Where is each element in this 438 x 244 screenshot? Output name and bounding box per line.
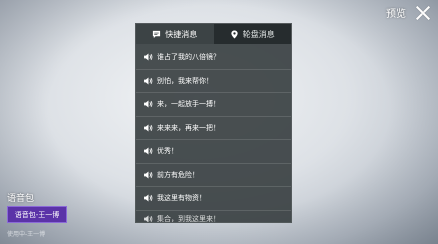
list-item[interactable]: 集合，到我这里来！ xyxy=(136,211,291,223)
speaker-icon xyxy=(144,147,153,155)
voice-pack-selected-label: 语音包-王一博 xyxy=(14,210,60,219)
list-item[interactable]: 我这里有物资！ xyxy=(136,187,291,211)
location-pin-icon xyxy=(231,29,238,39)
top-right-controls: 预览 xyxy=(386,5,430,20)
message-tabs: 快捷消息 轮盘消息 xyxy=(136,24,291,44)
speaker-icon xyxy=(144,53,153,61)
message-text: 优秀！ xyxy=(157,147,178,156)
voice-pack-title: 语音包 xyxy=(7,194,35,204)
list-item[interactable]: 别怕，我来帮你！ xyxy=(136,70,291,93)
tab-label: 快捷消息 xyxy=(165,29,198,39)
close-icon[interactable] xyxy=(416,6,430,20)
list-item[interactable]: 来，一起放手一搏！ xyxy=(136,93,291,117)
message-text: 前方有危险！ xyxy=(157,170,199,179)
speaker-icon xyxy=(144,100,153,108)
message-text: 来，一起放手一搏！ xyxy=(157,100,220,109)
message-panel: 快捷消息 轮盘消息 谁占了我的八倍镜？ 别怕，我来帮你！ 来，一起放手一搏！ 来… xyxy=(135,23,292,223)
message-text: 来来来，再来一把！ xyxy=(157,123,220,132)
speaker-icon xyxy=(144,194,153,202)
list-item[interactable]: 谁占了我的八倍镜？ xyxy=(136,46,291,70)
voice-pack-status: 使用中-王一博 xyxy=(7,231,46,238)
message-text: 我这里有物资！ xyxy=(157,194,206,203)
message-text: 集合，到我这里来！ xyxy=(157,214,220,223)
tab-wheel-messages[interactable]: 轮盘消息 xyxy=(214,24,292,44)
chat-bubble-icon xyxy=(153,30,161,38)
message-list: 谁占了我的八倍镜？ 别怕，我来帮你！ 来，一起放手一搏！ 来来来，再来一把！ 优… xyxy=(136,44,291,223)
voice-pack-select-button[interactable]: 语音包-王一博 xyxy=(7,206,67,223)
speaker-icon xyxy=(144,124,153,132)
message-text: 谁占了我的八倍镜？ xyxy=(157,53,220,62)
preview-button[interactable]: 预览 xyxy=(386,5,406,20)
message-text: 别怕，我来帮你！ xyxy=(157,76,213,85)
list-item[interactable]: 来来来，再来一把！ xyxy=(136,117,291,140)
speaker-icon xyxy=(144,214,153,222)
tab-label: 轮盘消息 xyxy=(242,29,275,39)
speaker-icon xyxy=(144,77,153,85)
speaker-icon xyxy=(144,171,153,179)
tab-quick-messages[interactable]: 快捷消息 xyxy=(136,24,214,44)
list-item[interactable]: 优秀！ xyxy=(136,140,291,164)
list-item[interactable]: 前方有危险！ xyxy=(136,164,291,187)
